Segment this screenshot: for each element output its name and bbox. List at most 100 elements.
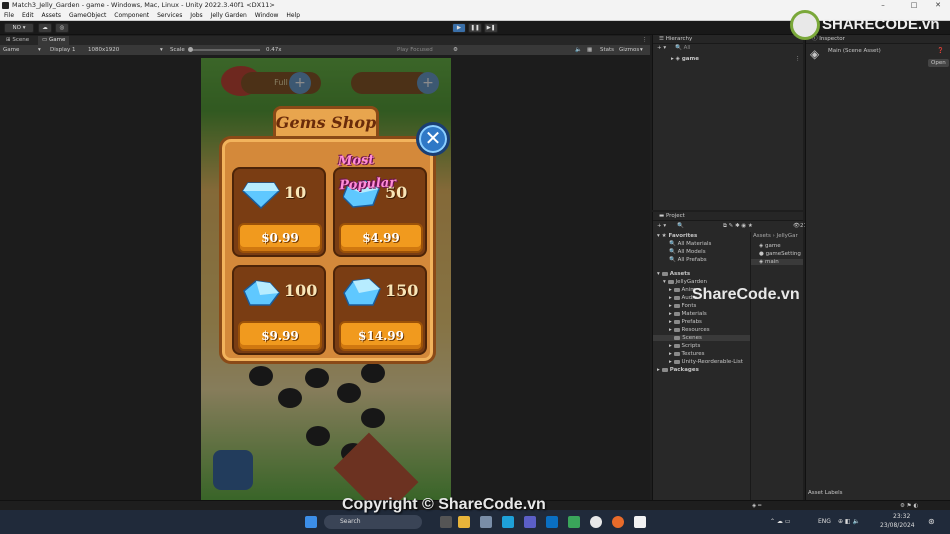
scale-slider[interactable] (190, 49, 260, 51)
close-shop-button[interactable]: ✕ (416, 122, 450, 156)
fav-all-prefabs[interactable]: 🔍 All Prefabs (669, 257, 707, 263)
collab-icon[interactable]: ◎ (55, 23, 69, 33)
cloud-icon[interactable]: ☁ (38, 23, 52, 33)
stats-button[interactable]: Stats (600, 45, 614, 55)
packages-folder[interactable]: ▸ Packages (657, 367, 699, 373)
favorites-label: Favorites (668, 233, 698, 239)
close-window-button[interactable]: ✕ (927, 0, 949, 11)
scale-slider-handle[interactable] (188, 47, 193, 52)
teams-icon[interactable] (524, 516, 536, 528)
folder-resources[interactable]: ▸ Resources (669, 327, 710, 333)
folder-materials[interactable]: ▸ Materials (669, 311, 707, 317)
sharecode-logo-icon (790, 10, 820, 40)
account-dropdown[interactable]: NO ▾ (4, 23, 34, 33)
more-icon[interactable]: ⋮ (795, 56, 801, 62)
mail-icon[interactable] (480, 516, 492, 528)
task-view-icon[interactable] (440, 516, 452, 528)
folder-icon (673, 343, 680, 348)
chrome-icon[interactable] (590, 516, 602, 528)
gizmos-button[interactable]: Gizmos (619, 45, 639, 55)
hierarchy-add-button[interactable]: + ▾ (657, 45, 666, 51)
fav-all-models[interactable]: 🔍 All Models (669, 249, 706, 255)
buy-button[interactable]: $14.99 (339, 321, 423, 351)
help-icon[interactable]: ❓ (937, 48, 944, 54)
buy-button[interactable]: $4.99 (339, 223, 423, 253)
firefox-icon[interactable] (612, 516, 624, 528)
file-main[interactable]: ◈ main (751, 259, 803, 265)
mute-icon[interactable]: 🔈 (575, 45, 582, 55)
folder-prefabs[interactable]: ▸ Prefabs (669, 319, 702, 325)
inspector-title: Inspector (819, 36, 845, 42)
play-button[interactable]: ▶ (452, 23, 466, 33)
buy-button[interactable]: $9.99 (238, 321, 322, 351)
hierarchy-search[interactable]: 🔍 All (675, 45, 690, 51)
notification-icon[interactable]: ⊛ (928, 517, 935, 526)
folder-reorderable-list[interactable]: ▸ Unity-Reorderable-List (669, 359, 743, 365)
display-dropdown[interactable]: Display 1 (50, 45, 76, 55)
folder-icon (673, 295, 680, 300)
folder-icon (673, 351, 680, 356)
tray-icons[interactable]: ⌃ ☁ ▭ (770, 518, 791, 525)
more-icon[interactable]: ⋮ (638, 36, 652, 45)
tab-scene[interactable]: ⊞ Scene (2, 36, 33, 45)
edge-icon[interactable] (502, 516, 514, 528)
inspector-header: ⓘ Inspector (806, 35, 950, 44)
fav-all-materials[interactable]: 🔍 All Materials (669, 241, 711, 247)
minimize-button[interactable]: – (872, 0, 894, 11)
buy-button[interactable]: $0.99 (238, 223, 322, 253)
clock-date[interactable]: 23/08/2024 (880, 522, 915, 529)
resolution-dropdown[interactable]: 1080x1920 (88, 45, 119, 55)
open-button[interactable]: Open (928, 59, 949, 67)
clock-time[interactable]: 23:32 (893, 513, 910, 520)
folder-label: Materials (681, 311, 707, 317)
maximize-button[interactable]: □ (903, 0, 925, 11)
favorites-folder[interactable]: ▾ ★ Favorites (657, 233, 697, 239)
settings-icon[interactable]: ⚙ (453, 45, 458, 55)
menu-assets[interactable]: Assets (42, 12, 62, 19)
folder-icon (661, 271, 668, 276)
game-dropdown[interactable]: Game (3, 45, 19, 55)
folder-scenes[interactable]: Scenes (653, 335, 750, 341)
windows-start-icon[interactable] (305, 516, 317, 528)
layout-icon[interactable]: ▦ (587, 45, 592, 55)
project-tool-icons[interactable]: ⧉ ✎ ✱ ◉ ★ (723, 223, 753, 230)
play-focused-dropdown[interactable]: Play Focused (397, 45, 433, 55)
menu-window[interactable]: Window (255, 12, 279, 19)
assets-folder[interactable]: ▾ Assets (657, 271, 690, 277)
menu-help[interactable]: Help (286, 12, 300, 19)
folder-scripts[interactable]: ▸ Scripts (669, 343, 700, 349)
folder-icon (673, 303, 680, 308)
outlook-icon[interactable] (546, 516, 558, 528)
menu-jobs[interactable]: Jobs (190, 12, 202, 19)
folder-icon (673, 327, 680, 332)
menu-component[interactable]: Component (114, 12, 149, 19)
project-breadcrumb[interactable]: Assets › JellyGar (753, 233, 798, 239)
folder-label: Resources (681, 327, 710, 333)
file-explorer-icon[interactable] (458, 516, 470, 528)
menu-jelly-garden[interactable]: Jelly Garden (211, 12, 247, 19)
app-icon[interactable] (568, 516, 580, 528)
taskbar-search[interactable]: Search (324, 515, 422, 529)
language-indicator[interactable]: ENG (818, 518, 831, 525)
pause-button[interactable]: ❚❚ (468, 23, 482, 33)
folder-icon (674, 335, 681, 340)
project-add-button[interactable]: + ▾ (657, 223, 666, 229)
unity-taskbar-icon[interactable] (634, 516, 646, 528)
folder-icon (667, 279, 674, 284)
menu-edit[interactable]: Edit (22, 12, 34, 19)
folder-textures[interactable]: ▸ Textures (669, 351, 705, 357)
menu-file[interactable]: File (4, 12, 14, 19)
search-icon[interactable]: 🔍 (677, 223, 684, 229)
file-gamesetting[interactable]: ● gameSetting (759, 251, 801, 257)
file-game[interactable]: ◈ game (759, 243, 781, 249)
tab-game[interactable]: ▭ Game (38, 36, 70, 45)
gem-pack-card: 150 $14.99 (333, 265, 427, 355)
shop-title: Gems Shop (275, 113, 377, 132)
menu-services[interactable]: Services (157, 12, 182, 19)
hierarchy-item-game[interactable]: ▸ ◈ game (671, 56, 699, 62)
scale-value: 0.47x (266, 47, 282, 53)
step-button[interactable]: ▶❚ (484, 23, 498, 33)
jellygarden-folder[interactable]: ▾ JellyGarden (663, 279, 707, 285)
menu-gameobject[interactable]: GameObject (69, 12, 106, 19)
network-volume-icons[interactable]: ⊕ ◧ 🔈 (838, 518, 860, 525)
